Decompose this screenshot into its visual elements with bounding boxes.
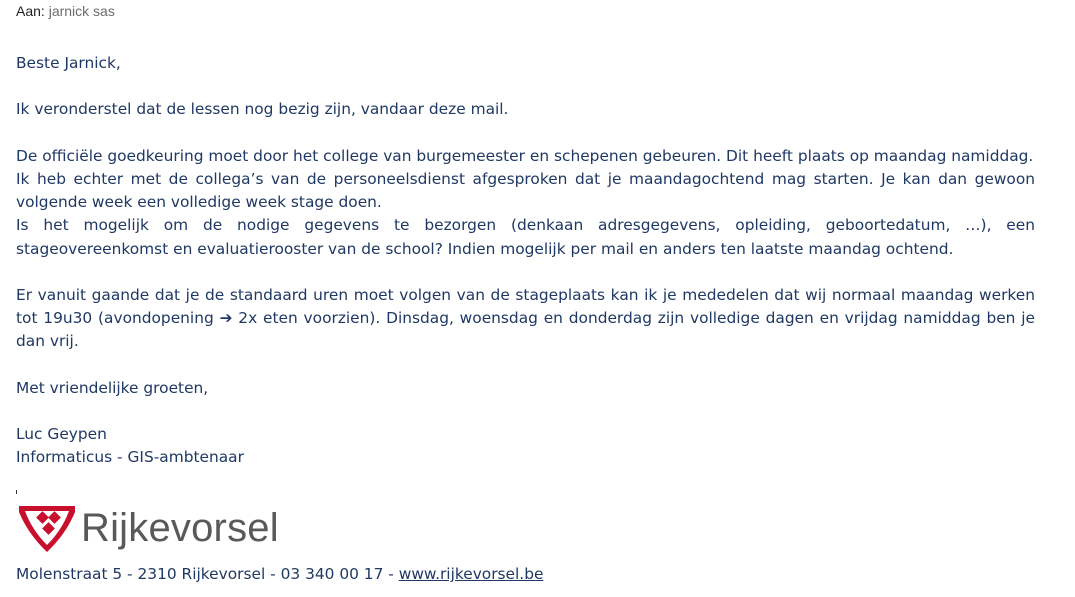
signature-role: Informaticus - GIS-ambtenaar [16, 448, 244, 467]
paragraph-start: Ik heb echter met de collega’s van de pe… [16, 169, 1035, 212]
greeting: Beste Jarnick, [16, 54, 121, 72]
website-link[interactable]: www.rijkevorsel.be [399, 565, 544, 583]
paragraph-intro: Ik veronderstel dat de lessen nog bezig … [16, 100, 509, 119]
recipient-line: Aan: jarnick sas [16, 3, 115, 19]
recipient-name[interactable]: jarnick sas [49, 3, 115, 19]
signature-name: Luc Geypen [16, 425, 107, 444]
to-label: Aan: [16, 3, 45, 19]
paragraph-hours: Er vanuit gaande dat je de standaard ure… [16, 284, 1035, 354]
shield-logo-icon [19, 506, 75, 552]
rijkevorsel-logo: Rijkevorsel [16, 500, 279, 556]
separator-mark [16, 490, 17, 494]
logo-wordmark: Rijkevorsel [81, 506, 279, 550]
paragraph-approval: De officiële goedkeuring moet door het c… [16, 146, 1034, 165]
address-text: Molenstraat 5 - 2310 Rijkevorsel - 03 34… [16, 565, 399, 583]
paragraph-documents: Is het mogelijk om de nodige gegevens te… [16, 216, 1035, 258]
signature-address: Molenstraat 5 - 2310 Rijkevorsel - 03 34… [16, 565, 543, 583]
arrow-icon: ➔ [219, 309, 233, 328]
mail-body: Beste Jarnick, Ik veronderstel dat de le… [16, 52, 1035, 470]
closing: Met vriendelijke groeten, [16, 378, 209, 397]
